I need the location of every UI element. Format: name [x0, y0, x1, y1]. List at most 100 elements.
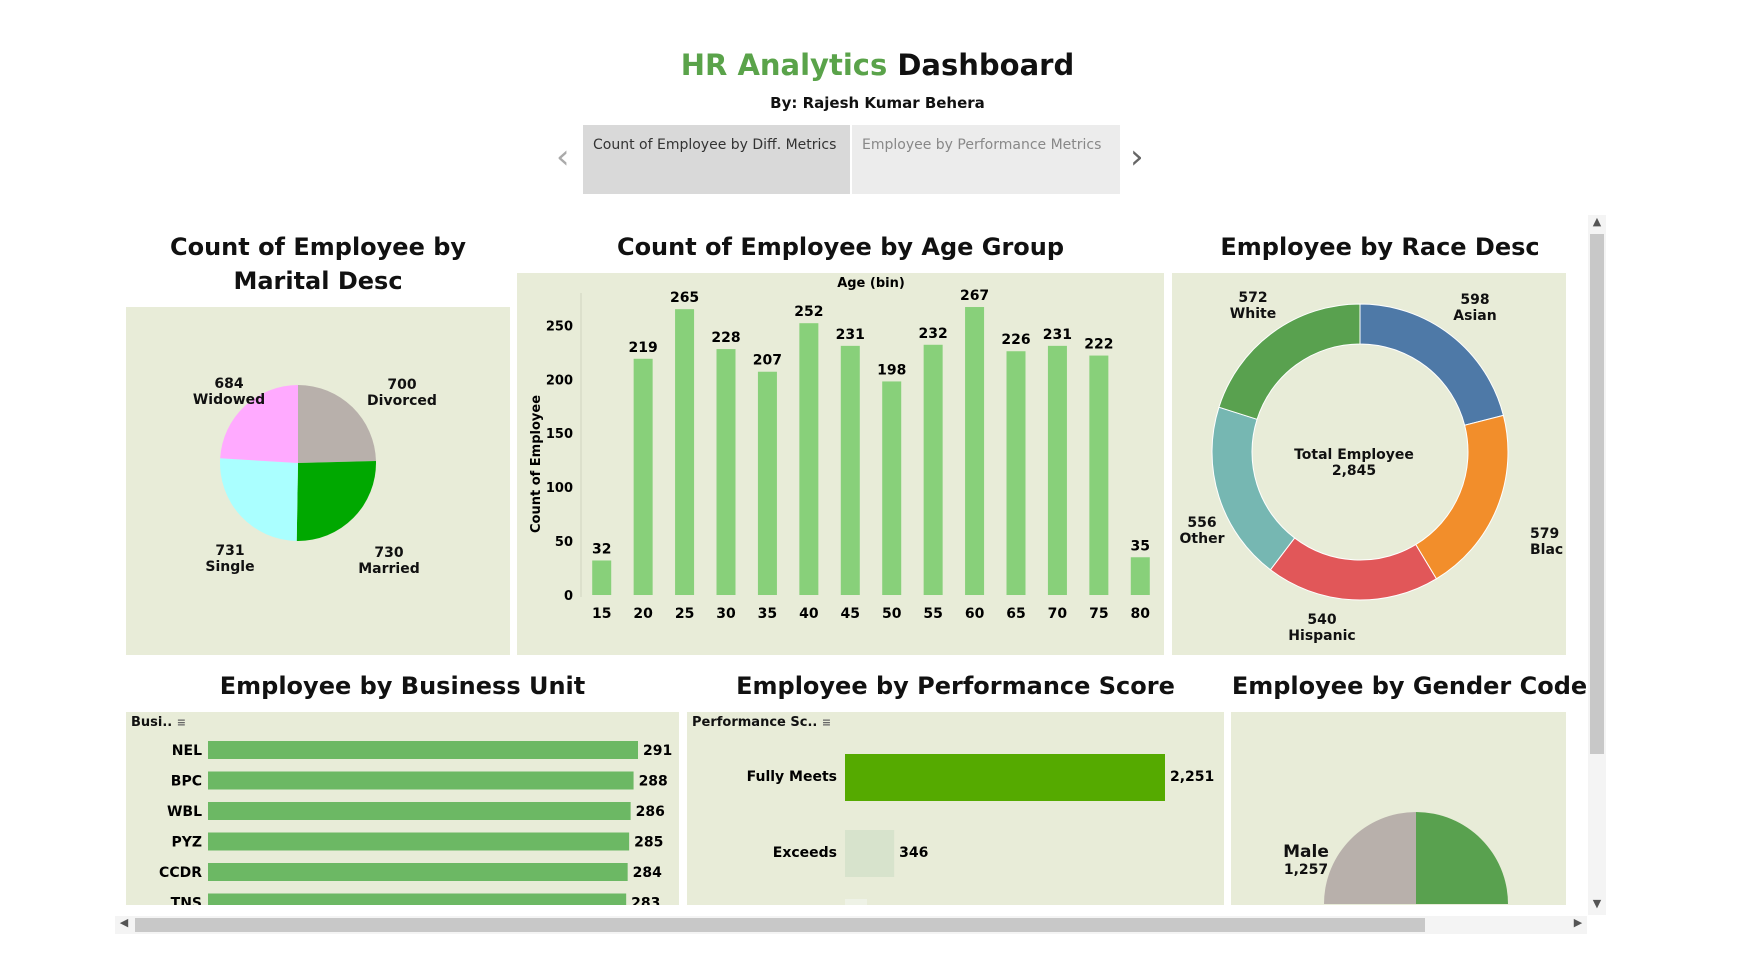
marital-slice-married [296, 461, 376, 541]
age-x-tick-label: 65 [1006, 606, 1025, 622]
marital-divorced-value: 700 [387, 377, 417, 393]
age-bar [1006, 351, 1026, 595]
business-unit-category-label: CCDR [159, 865, 202, 881]
race-label-black: 579 Blac [1530, 526, 1566, 558]
business-unit-value-label: 288 [639, 774, 668, 790]
business-unit-value-label: 285 [634, 835, 663, 851]
sort-icon[interactable]: ≡ [822, 716, 831, 729]
business-unit-value-label: 284 [633, 865, 662, 881]
race-center-value: 2,845 [1331, 463, 1377, 479]
performance-bar [845, 830, 895, 877]
age-x-tick-label: 20 [633, 606, 653, 622]
age-bar [1089, 355, 1109, 595]
age-bar-value-label: 207 [753, 353, 782, 369]
gender-male-name: Male [1283, 842, 1329, 862]
age-bar [1130, 557, 1150, 595]
age-bar-value-label: 228 [711, 330, 740, 346]
race-label-other: 556 Other [1174, 515, 1230, 547]
scroll-up-icon[interactable]: ▲ [1588, 215, 1606, 233]
age-y-tick-label: 150 [546, 427, 573, 442]
age-bar-value-label: 231 [836, 327, 865, 343]
business-unit-axis-label: Busi.. [131, 715, 173, 730]
age-x-tick-label: 30 [716, 606, 736, 622]
business-unit-category-label: PYZ [171, 835, 202, 851]
age-bar [592, 560, 612, 595]
performance-bar [845, 754, 1165, 801]
byline: By: Rajesh Kumar Behera [770, 94, 985, 112]
performance-chart: Performance Sc.. ≡ Fully Meets 2,251 Excee… [687, 712, 1224, 905]
race-chart-title: Employee by Race Desc [1220, 233, 1540, 261]
gender-chart: Male 1,257 [1231, 712, 1566, 905]
business-unit-value-label: 291 [643, 743, 672, 759]
age-x-tick-label: 35 [758, 606, 777, 622]
business-unit-axis-header[interactable]: Busi.. ≡ [131, 715, 186, 730]
race-black-value: 579 [1530, 526, 1560, 542]
chevron-right-icon[interactable]: › [1130, 140, 1144, 174]
age-chart: Age (bin) Count of Employee 0 50 100 150 200 25… [517, 273, 1164, 655]
scroll-left-icon[interactable]: ◀ [115, 916, 133, 934]
age-bar-value-label: 32 [592, 541, 611, 557]
horizontal-scrollbar[interactable]: ◀ ▶ [115, 916, 1587, 934]
scroll-right-icon[interactable]: ▶ [1569, 916, 1587, 934]
business-unit-title: Employee by Business Unit [219, 672, 586, 700]
age-bar-value-label: 219 [629, 340, 658, 356]
business-unit-bar [208, 771, 634, 790]
marital-single-value: 731 [215, 543, 245, 559]
business-unit-value-label: 283 [631, 896, 660, 906]
marital-slice-single [220, 458, 298, 541]
scroll-down-icon[interactable]: ▼ [1588, 897, 1606, 915]
tab-performance-metrics[interactable]: Employee by Performance Metrics [852, 125, 1120, 194]
marital-married-name: Married [358, 561, 420, 577]
age-bar [965, 307, 985, 595]
age-bar-value-label: 35 [1131, 538, 1150, 554]
gender-title: Employee by Gender Code [1231, 672, 1588, 700]
age-y-tick-label: 100 [546, 481, 573, 496]
gender-slice-female [1416, 812, 1508, 904]
marital-single-name: Single [205, 559, 255, 575]
sort-icon[interactable]: ≡ [177, 716, 186, 729]
business-unit-bar [208, 863, 628, 881]
business-unit-category-label: BPC [171, 774, 202, 790]
gender-label-male: Male 1,257 [1271, 842, 1341, 878]
performance-value-label: 2,251 [1170, 769, 1214, 785]
age-bar [840, 345, 860, 595]
race-asian-name: Asian [1453, 308, 1497, 324]
age-x-tick-label: 40 [799, 606, 819, 622]
business-unit-bar [208, 741, 638, 759]
performance-title: Employee by Performance Score [736, 672, 1175, 700]
race-slice-black [1415, 414, 1509, 580]
age-x-tick-label: 55 [923, 606, 942, 622]
performance-axis-header[interactable]: Performance Sc.. ≡ [692, 715, 831, 730]
horizontal-scroll-thumb[interactable] [135, 918, 1425, 932]
performance-axis-label: Performance Sc.. [692, 715, 818, 730]
chevron-left-icon[interactable]: ‹ [556, 140, 570, 174]
race-center-label: Total Employee [1294, 447, 1414, 463]
tab-diff-metrics[interactable]: Count of Employee by Diff. Metrics [583, 125, 850, 194]
marital-divorced-name: Divorced [367, 393, 437, 409]
race-hispanic-value: 540 [1307, 612, 1337, 628]
age-bar [799, 323, 819, 595]
age-y-tick-label: 200 [546, 373, 573, 388]
age-x-tick-label: 15 [592, 606, 611, 622]
vertical-scrollbar[interactable]: ▲ ▼ [1588, 215, 1606, 915]
business-unit-value-label: 286 [636, 804, 665, 820]
age-bar-value-label: 231 [1043, 327, 1072, 343]
age-bar [923, 344, 943, 595]
race-slice-hispanic [1269, 537, 1438, 601]
race-label-white: 572 White [1218, 290, 1288, 322]
age-x-tick-label: 25 [675, 606, 694, 622]
race-other-value: 556 [1187, 515, 1217, 531]
marital-married-value: 730 [374, 545, 404, 561]
marital-widowed-value: 684 [214, 376, 244, 392]
marital-pie [220, 385, 376, 541]
age-bar [882, 381, 902, 595]
age-y-tick-label: 250 [546, 319, 573, 334]
age-bar-value-label: 232 [919, 326, 948, 342]
race-chart: Total Employee 2,845 598 Asian 579 Blac … [1172, 273, 1566, 655]
age-x-axis-title: Age (bin) [837, 276, 905, 291]
marital-chart-title: Count of Employee by Marital Desc [169, 233, 467, 295]
age-x-tick-label: 45 [841, 606, 860, 622]
age-bar-value-label: 252 [794, 304, 823, 320]
vertical-scroll-thumb[interactable] [1590, 234, 1604, 754]
age-y-axis-title: Count of Employee [529, 395, 544, 533]
